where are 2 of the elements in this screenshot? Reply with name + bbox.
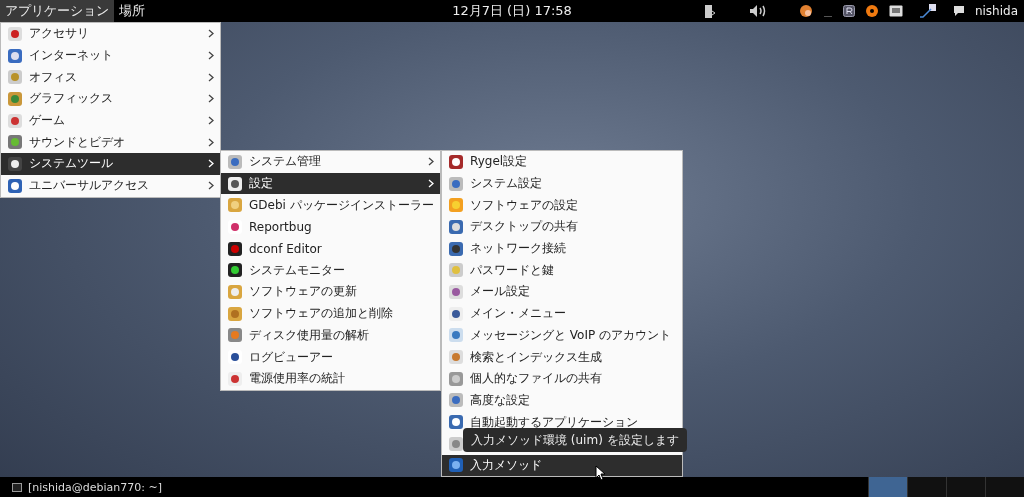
task-title: [nishida@debian770: ~] bbox=[28, 480, 162, 494]
tooltip: 入力メソッド環境 (uim) を設定します bbox=[463, 428, 687, 452]
